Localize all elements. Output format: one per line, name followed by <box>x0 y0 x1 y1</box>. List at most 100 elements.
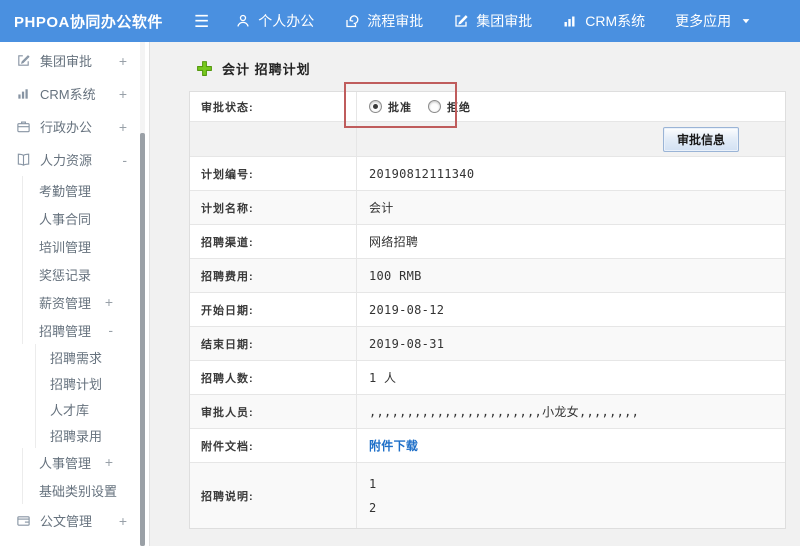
field-row: 审批人员: ,,,,,,,,,,,,,,,,,,,,,,,小龙女,,,,,,,, <box>190 395 785 429</box>
expand-icon[interactable]: + <box>105 454 113 470</box>
book-icon <box>16 152 31 167</box>
field-label: 招聘渠道: <box>190 225 357 258</box>
sidebar-item[interactable]: 基础类别设置 + <box>22 476 149 504</box>
approval-button-row: 审批信息 <box>190 122 785 157</box>
collapse-icon[interactable]: - <box>122 152 127 168</box>
main-content: 会计 招聘计划 审批状态: 批准 拒绝 审批信息 计划编号: 201908121… <box>150 42 800 546</box>
field-value: 会计 <box>369 201 394 215</box>
approval-status-row: 审批状态: 批准 拒绝 <box>190 92 785 122</box>
field-value: 附件下载 <box>357 429 785 462</box>
sidebar-item[interactable]: 招聘需求 <box>35 344 149 370</box>
flow-icon <box>344 13 360 29</box>
field-label: 开始日期: <box>190 293 357 326</box>
app-window: PHPOA协同办公软件 ☰ 个人办公 流程审批 集团审批 CRM系统 更多应用 … <box>0 0 800 546</box>
approve-radio-group[interactable]: 批准 <box>369 99 412 115</box>
topnav-item[interactable]: CRM系统 <box>562 11 645 31</box>
sidebar-item[interactable]: 薪资管理 + <box>22 288 149 316</box>
field-value-line: 2 <box>369 500 377 515</box>
user-icon <box>235 13 251 29</box>
caret-down-icon <box>740 15 752 27</box>
reject-radio-label: 拒绝 <box>447 100 471 114</box>
sidebar-item[interactable]: 行政办公 + <box>0 110 149 143</box>
collapse-icon[interactable]: - <box>108 322 113 338</box>
topnav-item[interactable]: 个人办公 <box>235 11 314 31</box>
detail-table: 审批状态: 批准 拒绝 审批信息 计划编号: 20190812111340 计划… <box>189 91 786 529</box>
expand-icon[interactable]: + <box>119 119 127 135</box>
sidebar-item[interactable]: 公文管理 + <box>0 504 149 537</box>
approval-info-button[interactable]: 审批信息 <box>662 126 739 152</box>
sidebar-item[interactable]: 招聘计划 <box>35 370 149 396</box>
sidebar-item[interactable]: 招聘录用 <box>35 422 149 448</box>
sidebar-item[interactable]: CRM系统 + <box>0 77 149 110</box>
sidebar-item[interactable]: 人才库 <box>35 396 149 422</box>
field-value: 2019-08-12 <box>369 302 445 317</box>
edit-icon <box>453 13 469 29</box>
topnav-item[interactable]: 更多应用 <box>675 11 752 31</box>
wallet-icon <box>16 513 31 528</box>
bar-chart-icon <box>16 86 31 101</box>
field-value: 网络招聘 <box>369 235 419 249</box>
expand-icon[interactable]: + <box>119 53 127 69</box>
field-row: 招聘渠道: 网络招聘 <box>190 225 785 259</box>
reject-radio-group[interactable]: 拒绝 <box>428 99 471 115</box>
sidebar: 集团审批 + CRM系统 + 行政办公 + 人力资源 - 考勤管理 人事合同 培… <box>0 42 150 546</box>
field-label: 招聘人数: <box>190 361 357 394</box>
field-row: 计划名称: 会计 <box>190 191 785 225</box>
page-title: 会计 招聘计划 <box>150 42 800 91</box>
app-logo[interactable]: PHPOA协同办公软件 <box>0 11 172 32</box>
briefcase-icon <box>16 119 31 134</box>
approval-options: 批准 拒绝 <box>357 92 785 121</box>
field-value: 20190812111340 <box>369 166 475 181</box>
expand-icon[interactable]: + <box>105 294 113 310</box>
field-value: 100 RMB <box>369 268 422 283</box>
field-label: 计划编号: <box>190 157 357 190</box>
field-row: 结束日期: 2019-08-31 <box>190 327 785 361</box>
expand-icon[interactable]: + <box>119 513 127 529</box>
sidebar-item[interactable]: 集团审批 + <box>0 44 149 77</box>
expand-icon[interactable]: + <box>105 482 113 498</box>
plus-icon <box>196 60 213 77</box>
expand-icon[interactable]: + <box>119 86 127 102</box>
field-label: 招聘说明: <box>190 463 357 528</box>
approve-radio[interactable] <box>369 100 382 113</box>
field-label: 审批人员: <box>190 395 357 428</box>
field-rows: 计划编号: 20190812111340 计划名称: 会计 招聘渠道: 网络招聘… <box>190 157 785 528</box>
field-row: 附件文档: 附件下载 <box>190 429 785 463</box>
sidebar-item[interactable]: 用车管理 + <box>0 537 149 546</box>
field-value-line: 1 <box>369 476 377 491</box>
sidebar-item[interactable]: 招聘管理 - <box>22 316 149 344</box>
chart-icon <box>562 13 578 29</box>
field-label: 招聘费用: <box>190 259 357 292</box>
sidebar-item[interactable]: 奖惩记录 <box>22 260 149 288</box>
sidebar-menu: 集团审批 + CRM系统 + 行政办公 + 人力资源 - 考勤管理 人事合同 培… <box>0 44 149 546</box>
top-navigation: 个人办公 流程审批 集团审批 CRM系统 更多应用 <box>235 11 752 31</box>
field-row: 招聘说明: 12 <box>190 463 785 528</box>
topnav-item[interactable]: 流程审批 <box>344 11 423 31</box>
sidebar-item[interactable]: 人事合同 <box>22 204 149 232</box>
hamburger-icon[interactable]: ☰ <box>194 13 209 30</box>
approval-button-cell: 审批信息 <box>357 122 785 156</box>
field-value: 1 人 <box>369 371 397 385</box>
topbar: PHPOA协同办公软件 ☰ 个人办公 流程审批 集团审批 CRM系统 更多应用 <box>0 0 800 42</box>
field-row: 开始日期: 2019-08-12 <box>190 293 785 327</box>
field-label: 结束日期: <box>190 327 357 360</box>
sidebar-item[interactable]: 人力资源 - <box>0 143 149 176</box>
field-row: 招聘人数: 1 人 <box>190 361 785 395</box>
topnav-item[interactable]: 集团审批 <box>453 11 532 31</box>
sidebar-item[interactable]: 考勤管理 <box>22 176 149 204</box>
approve-radio-label: 批准 <box>388 100 412 114</box>
reject-radio[interactable] <box>428 100 441 113</box>
field-label: 计划名称: <box>190 191 357 224</box>
main-layout: 集团审批 + CRM系统 + 行政办公 + 人力资源 - 考勤管理 人事合同 培… <box>0 42 800 546</box>
sidebar-scrollbar-thumb[interactable] <box>140 133 145 546</box>
attachment-download-link[interactable]: 附件下载 <box>369 437 418 454</box>
field-value: 2019-08-31 <box>369 336 445 351</box>
page-title-text: 会计 招聘计划 <box>222 62 311 77</box>
sidebar-item[interactable]: 培训管理 <box>22 232 149 260</box>
field-label: 附件文档: <box>190 429 357 462</box>
field-value: ,,,,,,,,,,,,,,,,,,,,,,,小龙女,,,,,,,, <box>369 405 640 419</box>
field-row: 招聘费用: 100 RMB <box>190 259 785 293</box>
sidebar-item[interactable]: 人事管理 + <box>22 448 149 476</box>
empty-label-cell <box>190 122 357 156</box>
field-value: 12 <box>357 463 785 528</box>
